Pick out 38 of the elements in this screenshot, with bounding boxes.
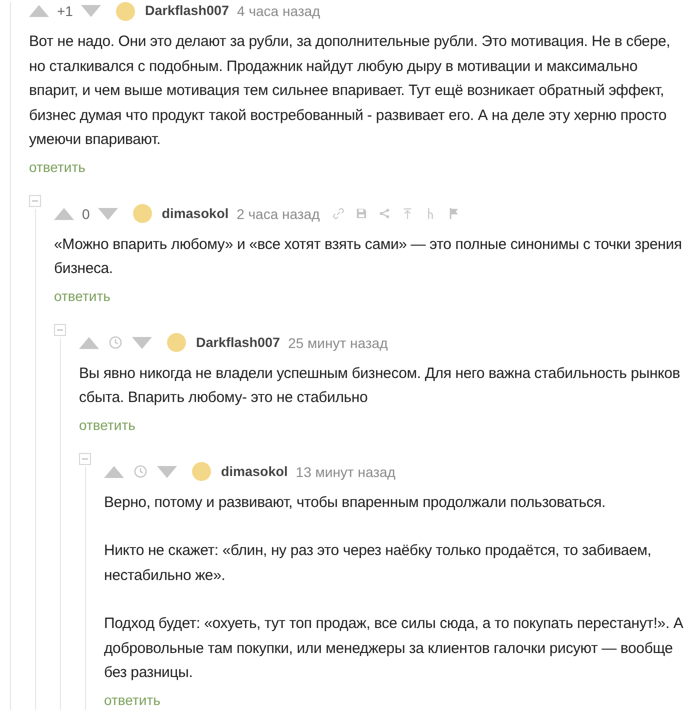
downvote-icon[interactable] <box>132 336 152 348</box>
comment-text: Вот не надо. Они это делают за рубли, за дополнительные рубли. Это мотивация. Не в сбере, но сталкивался с подобным. Продажник найдут любую дыру в мотивации и максимально впарит, и чем выше мотивация тем сильнее впаривает. Тут ещё возникает обратный эффект, бизнес думая что продукт такой востребованный - развивает его. А на деле эту херню просто умеючи впаривают. <box>29 32 672 150</box>
timestamp: 13 минут назад <box>296 464 396 480</box>
avatar-icon[interactable] <box>192 462 211 481</box>
minus-box-icon[interactable] <box>29 194 41 206</box>
clock-icon <box>109 336 122 349</box>
downvote-icon[interactable] <box>98 208 118 220</box>
username-link[interactable]: dimasokol <box>162 206 229 222</box>
comment-text: Подход будет: «охуеть, тут топ продаж, все силы сюда, а то покупать перестанут!». А добровольные там покупки, или менеджеры за клиентов галочки рисуют — вообще без разницы. <box>104 614 684 683</box>
avatar-icon[interactable] <box>116 2 135 20</box>
upvote-icon[interactable] <box>104 466 124 478</box>
share-icon[interactable] <box>378 208 390 219</box>
rating-count: +1 <box>57 3 73 19</box>
timestamp: 4 часа назад <box>237 3 320 19</box>
upvote-icon[interactable] <box>29 5 49 17</box>
comment-text: Вы явно никогда не владели успешным бизнесом. Для него важна стабильность рынков сбыта. Впарить любому- это не стабильно <box>79 364 682 408</box>
comment-text: Никто не скажет: «блин, ну раз это через наёбку только продаётся, то забиваем, нестабильно же». <box>104 541 652 586</box>
avatar-icon[interactable] <box>167 333 186 352</box>
username-link[interactable]: Darkflash007 <box>196 334 280 350</box>
comment-text: «Можно впарить любому» и «все хотят взять сами» — это полные синонимы с точки зрения бизнеса. <box>54 234 683 279</box>
link-icon[interactable] <box>332 208 344 219</box>
bar-arrow-up-icon[interactable] <box>402 208 413 219</box>
minus-box-icon[interactable] <box>54 324 66 336</box>
rating-count: 0 <box>82 206 90 222</box>
timestamp: 25 минут назад <box>288 334 388 350</box>
upvote-icon[interactable] <box>54 208 74 220</box>
downvote-icon[interactable] <box>80 5 101 17</box>
avatar-icon[interactable] <box>132 204 152 223</box>
username-link[interactable]: dimasokol <box>221 464 288 480</box>
timestamp: 2 часа назад <box>236 206 320 222</box>
minus-box-icon[interactable] <box>79 452 91 464</box>
save-icon[interactable] <box>356 208 367 219</box>
comment-text: Верно, потому и развивают, чтобы впаренным продолжали пользоваться. <box>104 492 607 512</box>
flag-icon[interactable] <box>448 208 459 219</box>
clock-icon <box>134 465 147 478</box>
downvote-icon[interactable] <box>157 466 177 478</box>
username-link[interactable]: Darkflash007 <box>144 3 230 19</box>
upvote-icon[interactable] <box>79 336 99 348</box>
